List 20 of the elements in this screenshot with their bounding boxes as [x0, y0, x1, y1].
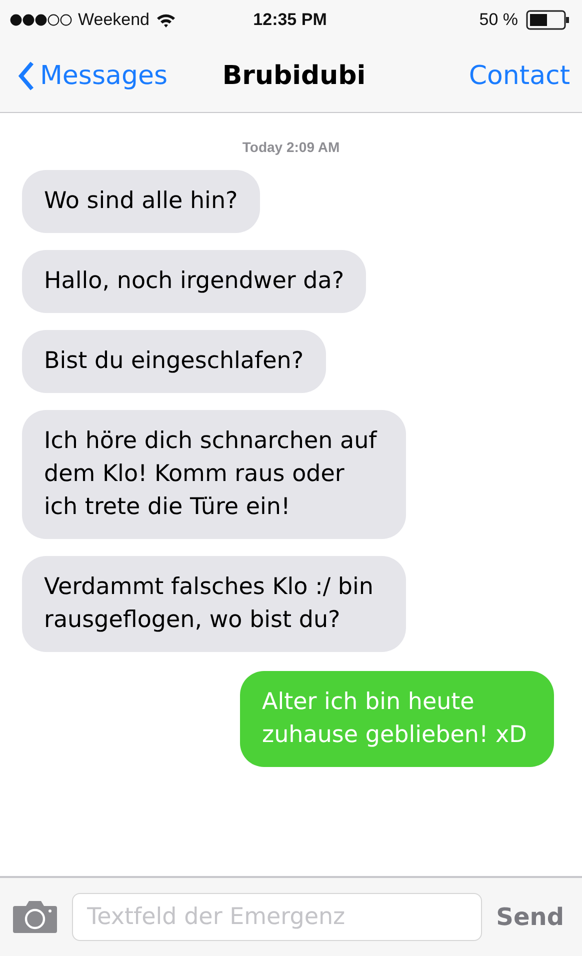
battery-percent: 50 %	[479, 10, 518, 30]
clock-time: 12:35 PM	[253, 10, 327, 30]
message-bubble: Verdammt falsches Klo :/ bin rausgeflogen, wo bist du?	[22, 556, 406, 652]
back-button[interactable]: Messages	[18, 61, 222, 91]
message-input[interactable]: Textfeld der Emergenz	[72, 893, 482, 941]
message-bubble: Wo sind alle hin?	[22, 170, 260, 233]
chevron-left-icon	[18, 61, 34, 91]
message-timestamp: Today 2:09 AM	[242, 139, 340, 155]
battery-icon	[526, 10, 570, 30]
message-bubble: Bist du eingeschlafen?	[22, 330, 326, 393]
wifi-icon	[156, 12, 176, 28]
message-bubble: Hallo, noch irgendwer da?	[22, 250, 366, 313]
message-bubble: Alter ich bin heute zuhause geblieben! xD	[240, 671, 554, 767]
signal-icon	[10, 13, 72, 27]
conversation-title: Brubidubi	[222, 61, 366, 91]
send-button[interactable]: Send	[496, 903, 564, 931]
contact-button[interactable]: Contact	[468, 61, 570, 91]
camera-icon[interactable]	[12, 900, 58, 934]
message-bubble: Ich höre dich schnarchen auf dem Klo! Komm raus oder ich trete die Türe ein!	[22, 410, 406, 539]
carrier-name: Weekend	[78, 10, 150, 30]
